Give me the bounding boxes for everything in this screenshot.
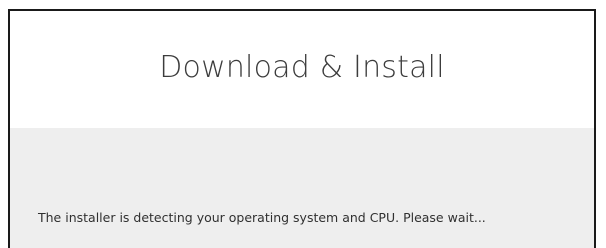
dialog-header: Download & Install [10,11,594,128]
status-message: The installer is detecting your operatin… [38,210,486,225]
dialog-body: The installer is detecting your operatin… [10,128,594,248]
installer-dialog: Download & Install The installer is dete… [8,9,596,248]
dialog-title: Download & Install [159,50,445,85]
